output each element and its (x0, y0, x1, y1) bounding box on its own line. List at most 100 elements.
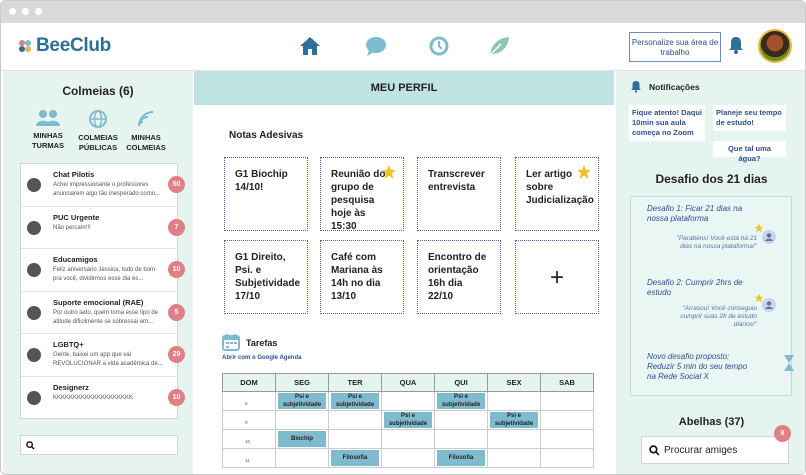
google-calendar-link[interactable]: Abrir com o Google Agenda (222, 355, 301, 361)
cal-cell[interactable]: Psi e subjetividade (434, 391, 488, 411)
cal-cell[interactable]: 8 (222, 391, 276, 411)
calendar-event[interactable]: Filosofia (331, 450, 379, 466)
window-minimize-dot[interactable] (22, 8, 29, 15)
tasks-title: Tarefas (246, 338, 278, 348)
chat-list: Chat Pilotis Achei impressionante o prof… (20, 163, 185, 420)
app-logo[interactable]: BeeClub (17, 35, 111, 57)
avatar (27, 220, 41, 235)
chat-item-suporte[interactable]: Suporte emocional (RAE) Por outro lado, … (21, 292, 185, 334)
profile-title: MEU PERFIL (194, 71, 614, 105)
sticky-note[interactable]: G1 Direito, Psi. e Subjetividade 17/10 (224, 240, 308, 314)
tab-my-classes[interactable]: MINHAS TURMAS (23, 109, 73, 151)
cal-cell[interactable] (381, 429, 435, 449)
calendar-event[interactable]: Biochip (278, 431, 326, 447)
cal-cell[interactable]: Psi e subjetividade (381, 410, 435, 430)
calendar-event[interactable]: Psi e subjetividade (437, 393, 485, 409)
cal-cell[interactable]: 9 (222, 410, 276, 430)
personalize-button[interactable]: Personalize sua área de trabalho (629, 32, 721, 62)
star-icon[interactable] (381, 164, 397, 180)
hourglass-icon (784, 355, 794, 371)
calendar-event[interactable]: Psi e subjetividade (331, 393, 379, 409)
cal-cell[interactable] (487, 429, 541, 449)
hives-title: Colmeias (6) (62, 84, 134, 98)
task-calendar: DOM SEG TER QUA QUI SEX SAB 8 Psi e subj… (222, 373, 594, 468)
challenge-title: Desafio dos 21 dias (655, 172, 768, 186)
cal-cell[interactable]: Biochip (275, 429, 329, 449)
user-avatar[interactable] (758, 29, 792, 63)
sticky-note[interactable]: G1 Biochip 14/10! (224, 157, 308, 231)
challenge-quote: "Arrasou! Você conseguiu cumprir suas 2h… (680, 305, 757, 328)
title-bar (1, 1, 805, 23)
tab-label: MINHAS TURMAS (31, 131, 65, 150)
friends-search-input[interactable]: Procurar amiges (641, 436, 789, 464)
notification-card[interactable]: Fique atento! Daqui 10min sua aula começ… (629, 105, 705, 141)
tab-my-hives[interactable]: MINHAS COLMEIAS (121, 109, 171, 153)
calendar-event[interactable]: Psi e subjetividade (278, 393, 326, 409)
feed-icon (138, 111, 154, 127)
sticky-note[interactable]: Reunião do grupo de pesquisa hoje às 15:… (320, 157, 404, 232)
cal-cell[interactable] (540, 429, 594, 449)
group-icon (36, 110, 60, 126)
leaf-icon[interactable] (487, 35, 513, 59)
friends-badge: 8 (774, 425, 791, 442)
chat-preview: Por outro lado, quem toma esse tipo de a… (53, 309, 159, 325)
chat-preview: Não percam!!! (53, 224, 91, 231)
chat-item-designerz[interactable]: Designerz KKKKKKKKKKKKKKKKKKKK 10 (21, 377, 185, 420)
cal-cell[interactable] (487, 391, 541, 411)
calendar-event[interactable]: Psi e subjetividade (490, 412, 538, 428)
app-window: BeeClub Personalize sua área de trabalho… (0, 0, 806, 475)
window-maximize-dot[interactable] (35, 8, 42, 15)
cal-cell[interactable]: Psi e subjetividade (275, 391, 329, 411)
chat-name: LGBTQ+ (53, 340, 84, 349)
chat-item-lgbtq[interactable]: LGBTQ+ Gente, baixei um app que vai REVO… (21, 334, 185, 377)
challenge-item[interactable]: Desafio 2: Cumprir 2hrs de estudo (647, 278, 747, 298)
calendar-icon (222, 334, 240, 351)
unread-badge: 50 (168, 176, 185, 193)
cal-cell[interactable]: Filosofia (434, 448, 488, 468)
sticky-note[interactable]: Café com Mariana às 14h no dia 13/10 (320, 240, 404, 314)
challenge-list: Desafio 1: Ficar 21 dias na nossa plataf… (630, 196, 792, 396)
chat-item-educamigos[interactable]: Educamigos Feliz aniversário Jessica, tu… (21, 249, 185, 292)
bell-icon[interactable] (727, 35, 745, 60)
notification-card[interactable]: Planeje seu tempo de estudo! (713, 105, 786, 131)
cal-cell[interactable]: 11 (222, 448, 276, 468)
history-icon[interactable] (427, 35, 453, 59)
cal-cell[interactable] (275, 448, 329, 468)
chat-icon[interactable] (364, 35, 390, 59)
hives-search-input[interactable] (20, 435, 178, 455)
sticky-note[interactable]: Encontro de orientação 16h dia 22/10 (417, 240, 501, 314)
user-icon (762, 230, 776, 244)
cal-cell[interactable]: Filosofia (328, 448, 382, 468)
cal-cell[interactable] (381, 448, 435, 468)
sticky-note[interactable]: Transcrever entrevista (417, 157, 501, 231)
chat-item-puc-urgente[interactable]: PUC Urgente Não percam!!! 7 (21, 207, 185, 249)
cal-cell[interactable] (540, 448, 594, 468)
chat-preview: Feliz aniversário Jessica, tudo de bom p… (53, 267, 156, 282)
cal-cell[interactable] (540, 410, 594, 430)
chat-item-pilotis[interactable]: Chat Pilotis Achei impressionante o prof… (21, 164, 185, 207)
cal-cell[interactable] (328, 410, 382, 430)
challenge-item[interactable]: Novo desafio proposto: Reduzir 5 min do … (647, 352, 752, 382)
cal-cell[interactable] (328, 429, 382, 449)
cal-cell[interactable] (434, 410, 488, 430)
cal-cell[interactable] (487, 448, 541, 468)
sticky-note[interactable]: Ler artigo sobre Judicialização (515, 157, 599, 231)
window-close-dot[interactable] (9, 8, 16, 15)
notification-card[interactable]: Que tal uma água? (713, 141, 786, 163)
calendar-event[interactable]: Psi e subjetividade (384, 412, 432, 428)
cal-cell[interactable] (540, 391, 594, 411)
note-text: G1 Biochip 14/10! (235, 169, 288, 193)
home-icon[interactable] (298, 35, 324, 59)
cal-cell[interactable] (381, 391, 435, 411)
cal-cell[interactable]: Psi e subjetividade (328, 391, 382, 411)
hour-label: 10 (245, 439, 251, 444)
cal-cell[interactable] (275, 410, 329, 430)
tab-public-hives[interactable]: COLMEIAS PÚBLICAS (73, 109, 123, 153)
star-icon[interactable] (576, 164, 592, 180)
challenge-item[interactable]: Desafio 1: Ficar 21 dias na nossa plataf… (647, 204, 747, 224)
add-note-button[interactable]: + (515, 240, 599, 314)
cal-cell[interactable]: Psi e subjetividade (487, 410, 541, 430)
cal-cell[interactable]: 10 (222, 429, 276, 449)
cal-cell[interactable] (434, 429, 488, 449)
calendar-event[interactable]: Filosofia (437, 450, 485, 466)
